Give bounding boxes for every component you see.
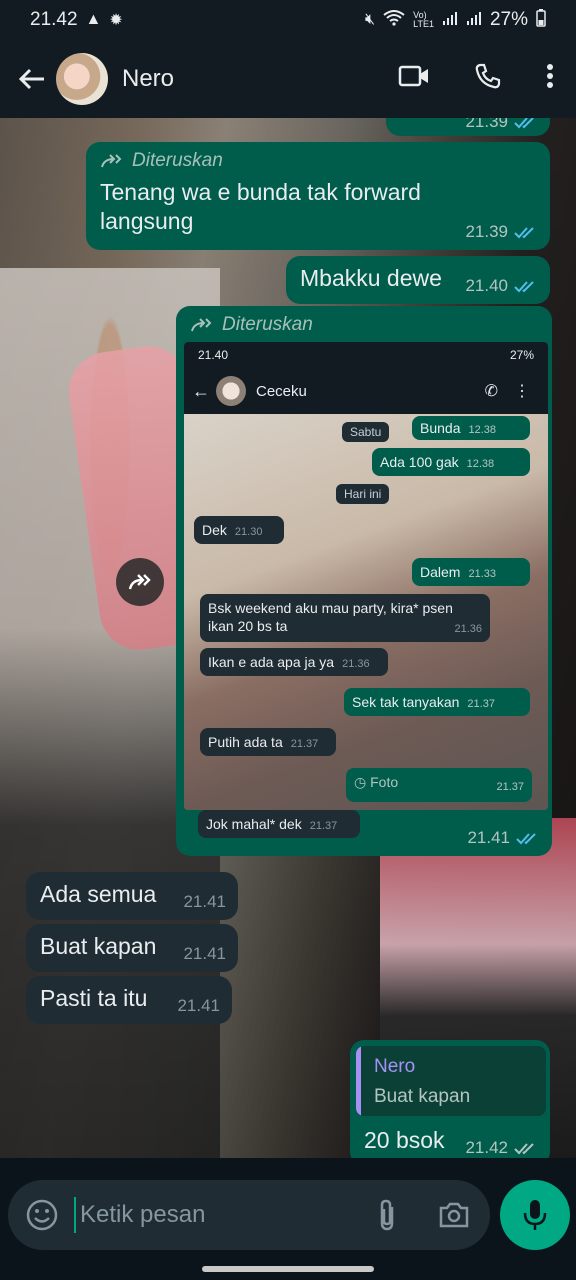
message-time: 21.39	[465, 118, 508, 131]
forward-share-button[interactable]	[116, 558, 164, 606]
phone-icon	[475, 63, 501, 89]
message-text: Tenang wa e bunda tak forward langsung	[100, 179, 421, 234]
forward-icon	[128, 574, 151, 590]
message-bubble-forwarded[interactable]: Diteruskan Tenang wa e bunda tak forward…	[86, 142, 550, 250]
voice-call-button[interactable]	[466, 54, 510, 98]
embedded-message: Sek tak tanyakan 21.37	[344, 688, 530, 716]
message-bubble-partial[interactable]: 21.39	[386, 118, 550, 136]
voice-record-button[interactable]	[500, 1180, 570, 1250]
date-chip: Hari ini	[336, 484, 390, 504]
quoted-sender: Nero	[374, 1056, 416, 1077]
embedded-message: Jok mahal* dek 21.37	[198, 810, 360, 838]
screenshot-image[interactable]: 21.40 27% ← Ceceku ✆ ⋮ Sabtu Bunda 12.38 …	[184, 342, 548, 810]
quoted-text: Buat kapan	[374, 1086, 471, 1107]
date-chip: Sabtu	[342, 422, 390, 442]
embedded-more-icon: ⋮	[514, 383, 530, 400]
wifi-icon	[383, 9, 405, 31]
embedded-time: 21.40	[198, 348, 229, 362]
message-time: 21.41	[183, 892, 226, 911]
paperclip-icon	[380, 1199, 394, 1231]
embedded-message: Dek 21.30	[194, 516, 284, 544]
embedded-message: Putih ada ta 21.37	[200, 728, 336, 756]
read-ticks-icon	[516, 833, 536, 845]
embedded-header: ← Ceceku ✆ ⋮	[184, 368, 548, 414]
embedded-message: Bunda 12.38	[412, 416, 530, 440]
embedded-message: Ada 100 gak 12.38	[372, 448, 530, 476]
lte-icon: Vo) LTE1	[413, 10, 434, 29]
embedded-message: Ikan e ada apa ja ya 21.36	[200, 648, 388, 676]
attach-button[interactable]	[370, 1197, 406, 1233]
message-time: 21.41	[183, 944, 226, 963]
delivered-ticks-icon	[514, 1143, 534, 1155]
embedded-status-bar: 21.40 27%	[184, 342, 548, 368]
status-time: 21.42	[30, 9, 78, 30]
back-button[interactable]	[8, 55, 56, 103]
embedded-add-call-icon: ✆	[484, 383, 498, 400]
message-bubble-reply[interactable]: Nero Buat kapan 20 bsok 21.42	[350, 1040, 550, 1158]
video-call-button[interactable]	[392, 54, 436, 98]
message-time: 21.40	[465, 276, 508, 295]
read-ticks-icon	[514, 227, 534, 239]
video-camera-icon	[398, 65, 428, 87]
message-bubble[interactable]: Pasti ta itu 21.41	[26, 976, 232, 1024]
message-time: 21.39	[465, 222, 508, 241]
message-time: 21.42	[465, 1138, 508, 1157]
forward-icon	[191, 318, 212, 332]
battery-percent: 27%	[489, 9, 528, 30]
settings-icon: ✹	[109, 12, 123, 29]
microphone-icon	[523, 1200, 547, 1230]
mute-icon: 🔇︎	[365, 11, 376, 28]
message-bubble[interactable]: Mbakku dewe 21.40	[286, 256, 550, 304]
embedded-contact-name: Ceceku	[256, 382, 307, 400]
message-time: 21.41	[467, 828, 510, 847]
message-text: 20 bsok	[364, 1127, 445, 1153]
forward-icon	[101, 154, 122, 168]
message-bubble[interactable]: Ada semua 21.41	[26, 872, 238, 920]
chat-header: Nero	[0, 40, 576, 118]
forwarded-label: Diteruskan	[222, 314, 313, 335]
avatar[interactable]	[56, 53, 108, 105]
forwarded-label: Diteruskan	[132, 150, 223, 171]
message-input[interactable]: Ketik pesan	[74, 1197, 360, 1233]
photo-icon: ◷	[354, 774, 371, 790]
message-time: 21.41	[177, 996, 220, 1015]
read-ticks-icon	[514, 118, 534, 129]
camera-icon	[439, 1202, 469, 1228]
quoted-message[interactable]: Nero Buat kapan	[356, 1046, 546, 1116]
embedded-message: Bsk weekend aku mau party, kira* psen ik…	[200, 594, 490, 642]
embedded-message: ◷ Foto 21.37	[346, 768, 532, 802]
emoji-icon	[26, 1199, 58, 1231]
embedded-avatar	[216, 376, 246, 406]
arrow-left-icon	[18, 68, 44, 90]
more-options-button[interactable]	[540, 54, 560, 98]
embedded-back-icon: ←	[192, 380, 210, 401]
contact-name[interactable]: Nero	[122, 65, 174, 93]
warning-icon: ▲	[85, 11, 102, 28]
embedded-message: Dalem 21.33	[412, 558, 530, 586]
chat-area[interactable]: 21.39 Diteruskan Tenang wa e bunda tak f…	[0, 118, 576, 1158]
message-bubble-image[interactable]: Diteruskan 21.40 27% ← Ceceku ✆ ⋮ Sabtu …	[176, 306, 552, 856]
gesture-nav-bar[interactable]	[202, 1266, 374, 1272]
battery-icon	[536, 8, 546, 32]
status-bar: 21.42 ▲ ✹ 🔇︎ Vo) LTE1 27%	[0, 0, 576, 40]
embedded-battery: 27%	[509, 348, 534, 362]
read-ticks-icon	[514, 281, 534, 293]
message-bubble[interactable]: Buat kapan 21.41	[26, 924, 238, 972]
message-composer: Ketik pesan	[8, 1180, 490, 1250]
camera-button[interactable]	[436, 1197, 472, 1233]
more-vert-icon	[547, 64, 553, 88]
signal-icon	[442, 10, 458, 31]
emoji-button[interactable]	[24, 1197, 60, 1233]
signal-icon-2	[466, 10, 482, 31]
